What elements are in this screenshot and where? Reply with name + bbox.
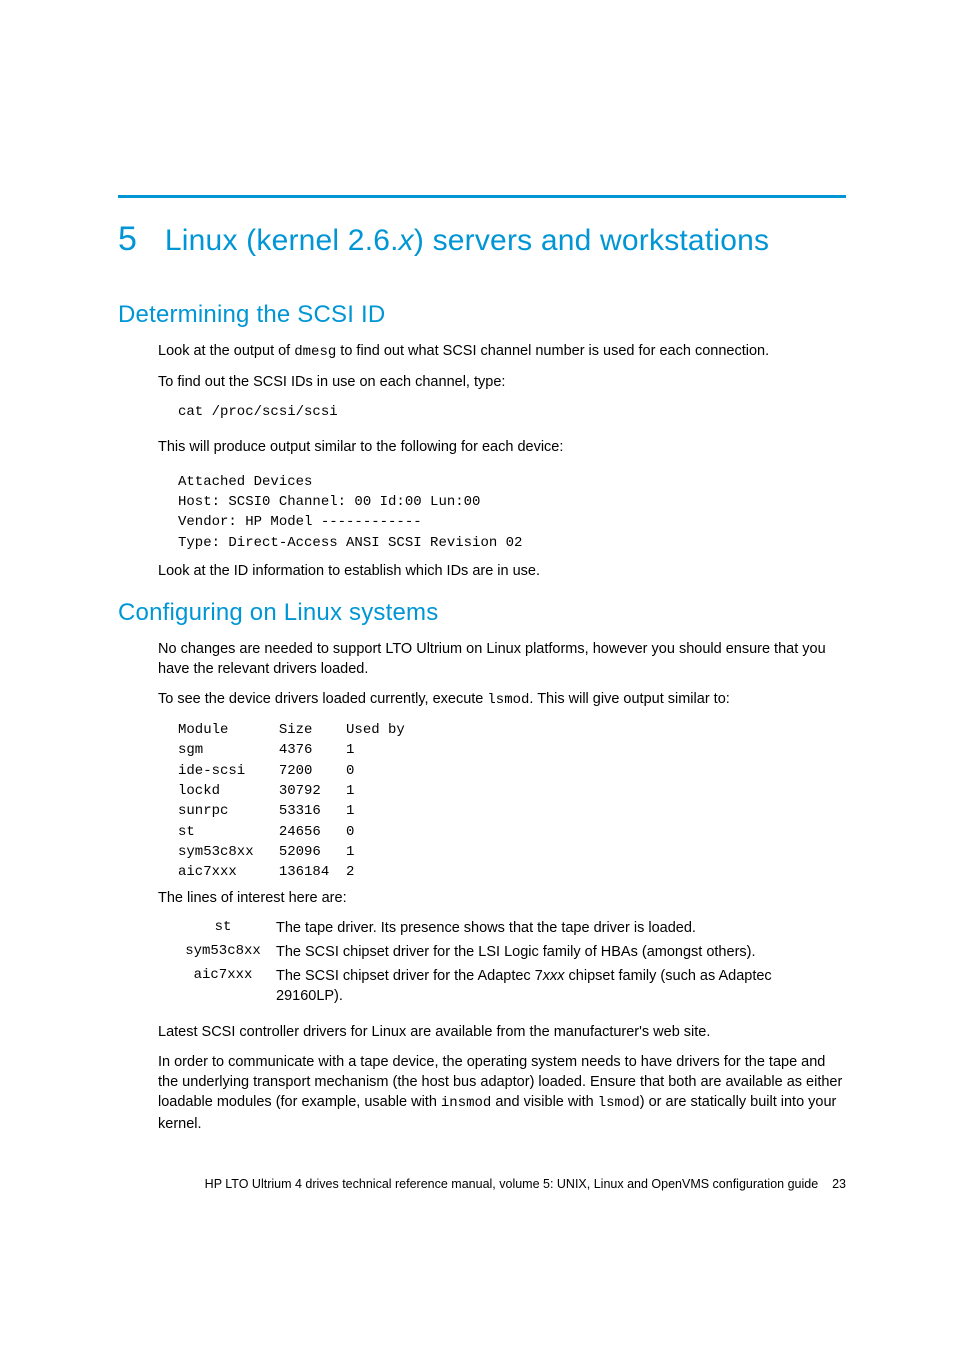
paragraph: Look at the output of dmesg to find out … [158, 341, 846, 362]
table-row: st The tape driver. Its presence shows t… [178, 916, 846, 940]
inline-code: lsmod [598, 1095, 640, 1111]
page-footer: HP LTO Ultrium 4 drives technical refere… [118, 1177, 846, 1191]
paragraph: This will produce output similar to the … [158, 437, 846, 457]
driver-name: st [178, 916, 276, 940]
driver-name: sym53c8xx [178, 940, 276, 964]
paragraph: To see the device drivers loaded current… [158, 689, 846, 710]
text: To see the device drivers loaded current… [158, 691, 487, 707]
text: The tape driver. Its presence shows that… [276, 920, 696, 936]
text: Look at the output of [158, 343, 294, 359]
driver-desc: The SCSI chipset driver for the LSI Logi… [276, 940, 846, 964]
paragraph: Look at the ID information to establish … [158, 561, 846, 581]
paragraph: In order to communicate with a tape devi… [158, 1052, 846, 1133]
paragraph: No changes are needed to support LTO Ult… [158, 639, 846, 679]
paragraph: Latest SCSI controller drivers for Linux… [158, 1022, 846, 1042]
top-rule [118, 195, 846, 198]
text: The SCSI chipset driver for the Adaptec … [276, 968, 543, 984]
driver-desc: The SCSI chipset driver for the Adaptec … [276, 964, 846, 1008]
chapter-heading: 5 Linux (kernel 2.6.x) servers and works… [118, 220, 846, 259]
chapter-title-post: ) servers and workstations [414, 224, 769, 257]
section-title: Configuring on Linux systems [118, 599, 846, 627]
code-block: Attached Devices Host: SCSI0 Channel: 00… [178, 472, 846, 553]
code-block: Module Size Used by sgm 4376 1 ide-scsi … [178, 720, 846, 882]
text: and visible with [491, 1094, 597, 1110]
inline-code: insmod [441, 1095, 491, 1111]
inline-code: lsmod [487, 692, 529, 708]
page-number: 23 [832, 1177, 846, 1191]
text: . This will give output similar to: [529, 691, 729, 707]
table-row: sym53c8xx The SCSI chipset driver for th… [178, 940, 846, 964]
chapter-number: 5 [118, 220, 137, 259]
table-row: aic7xxx The SCSI chipset driver for the … [178, 964, 846, 1008]
code-block: cat /proc/scsi/scsi [178, 402, 846, 422]
section-title: Determining the SCSI ID [118, 301, 846, 329]
section-configuring-linux: Configuring on Linux systems No changes … [118, 599, 846, 1134]
chapter-title-pre: Linux (kernel 2.6. [165, 224, 399, 257]
driver-desc: The tape driver. Its presence shows that… [276, 916, 846, 940]
section-determining-scsi-id: Determining the SCSI ID Look at the outp… [118, 301, 846, 581]
section-body: No changes are needed to support LTO Ult… [158, 639, 846, 883]
driver-table: st The tape driver. Its presence shows t… [178, 916, 846, 1008]
text: to find out what SCSI channel number is … [336, 343, 769, 359]
section-body: st The tape driver. Its presence shows t… [158, 916, 846, 1133]
section-body: Look at the output of dmesg to find out … [158, 341, 846, 423]
text: The SCSI chipset driver for the LSI Logi… [276, 944, 756, 960]
chapter-title: Linux (kernel 2.6.x) servers and worksta… [165, 224, 769, 258]
text-ital: xxx [543, 968, 565, 984]
section-body: Attached Devices Host: SCSI0 Channel: 00… [158, 472, 846, 581]
paragraph: To find out the SCSI IDs in use on each … [158, 372, 846, 392]
page: 5 Linux (kernel 2.6.x) servers and works… [0, 0, 954, 1351]
paragraph: The lines of interest here are: [158, 890, 846, 906]
chapter-title-ital: x [399, 224, 414, 257]
footer-text: HP LTO Ultrium 4 drives technical refere… [205, 1177, 819, 1191]
driver-name: aic7xxx [178, 964, 276, 1008]
inline-code: dmesg [294, 344, 336, 360]
